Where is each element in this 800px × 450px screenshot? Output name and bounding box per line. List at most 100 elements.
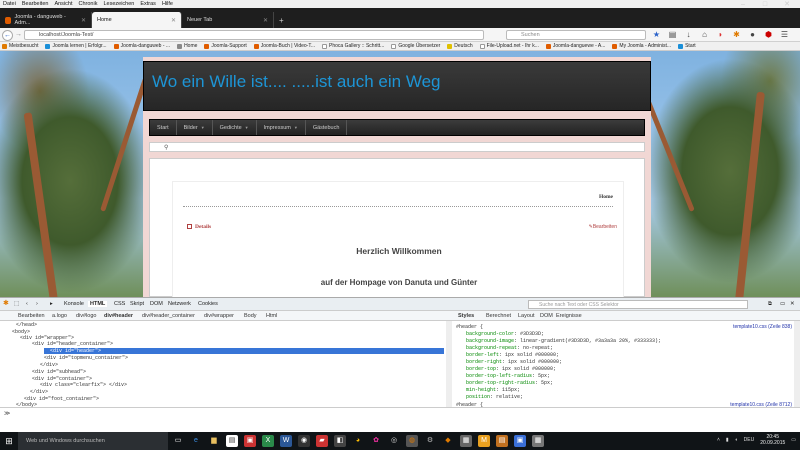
css-property-value[interactable]: #3D3D3D; [520,331,544,337]
volume-icon[interactable]: ◖ [735,437,738,443]
adblock-icon[interactable]: ⬢ [764,30,773,39]
css-property[interactable]: background-repeat: no-repeat; [466,345,553,351]
mail-icon[interactable]: M [478,435,490,447]
html-line[interactable]: <div id="topmenu_container"> [44,355,128,361]
firefox-icon[interactable]: ◍ [406,435,418,447]
bookmark-item[interactable]: Deutsch [447,43,473,49]
css-property[interactable]: min-height: 115px; [466,387,520,393]
menu-history[interactable]: Chronik [79,1,98,7]
minimize-icon[interactable]: – [732,0,754,10]
crumb-item[interactable]: Body [244,313,257,319]
clock[interactable]: 20:45 20.09.2015 [760,434,785,446]
reader-icon[interactable]: ▤ [668,30,677,39]
bookmark-item[interactable]: Home [177,43,197,49]
tab-html[interactable]: HTML [88,301,108,307]
html-line[interactable]: </div> [40,362,58,368]
crumb-item[interactable]: div#logo [76,313,97,319]
app-icon[interactable]: ◧ [334,435,346,447]
menu-item-bilder[interactable]: Bilder ▼ [177,120,213,135]
css-property-value[interactable]: linear-gradient(#3D3D3D, #3a3a3a 20%, #3… [520,338,661,344]
network-icon[interactable]: ▮ [726,437,729,443]
addon-icon[interactable]: ● [748,30,757,39]
bookmark-item[interactable]: Joomla-Support [204,43,247,49]
task-view-icon[interactable]: ▭ [172,435,184,447]
home-link[interactable]: Home [599,194,613,200]
crumb-item[interactable]: div#wrapper [204,313,234,319]
menu-item-gedichte[interactable]: Gedichte ▼ [213,120,257,135]
html-line[interactable]: </head> [16,322,37,328]
tab-layout[interactable]: Layout [518,313,535,319]
css-property-value[interactable]: 5px; [541,380,553,386]
css-property-name[interactable]: background-color [466,331,514,337]
css-property-value[interactable]: 1px solid #000000; [505,352,559,358]
bookmark-item[interactable]: Phoca Gallery :: Schritt... [322,43,384,49]
scrollbar[interactable] [794,321,800,407]
download-icon[interactable]: ↓ [684,30,693,39]
app-icon[interactable]: ◆ [442,435,454,447]
bookmark-item[interactable]: Joomla lernen | Erfolgr... [45,43,107,49]
word-icon[interactable]: W [280,435,292,447]
menu-edit[interactable]: Bearbeiten [22,1,49,7]
css-property-name[interactable]: position [466,394,490,400]
tab-dom[interactable]: DOM [540,313,553,319]
css-property[interactable]: border-top-right-radius: 5px; [466,380,553,386]
css-property-name[interactable]: min-height [466,387,496,393]
css-property-name[interactable]: border-top-right-radius [466,380,535,386]
close-icon[interactable]: ✕ [81,17,86,24]
css-property[interactable]: border-top-left-radius: 5px; [466,373,550,379]
app-icon[interactable]: ▦ [532,435,544,447]
edit-button[interactable]: Bearbeiten [18,313,45,319]
bookmark-item[interactable]: My Joomla - Administ... [612,43,671,49]
language-indicator[interactable]: DEU [744,437,755,443]
devtools-search-input[interactable]: Suche nach Text oder CSS Selektor [528,300,748,309]
tab-new[interactable]: Neuer Tab ✕ [182,12,274,28]
css-property-value[interactable]: 1px solid #000000; [508,359,562,365]
tab-console[interactable]: Konsole [64,301,84,307]
css-property[interactable]: border-right: 1px solid #000000; [466,359,562,365]
details-toggle[interactable]: Details [187,224,211,230]
tab-computed[interactable]: Berechnet [486,313,511,319]
edge-icon[interactable]: e [190,435,202,447]
html-line[interactable]: <div class="clearfix"> </div> [40,382,127,388]
tab-network[interactable]: Netzwerk [168,301,191,307]
css-property-name[interactable]: border-left [466,352,499,358]
tab-joomla-admin[interactable]: Joomla - danguweb - Adm... ✕ [0,12,92,28]
menu-item-start[interactable]: Start [150,120,177,135]
menu-view[interactable]: Ansicht [54,1,72,7]
back-icon[interactable]: ← [2,29,13,41]
search-input[interactable]: Suchen [506,30,646,40]
tab-css[interactable]: CSS [114,301,125,307]
app-icon[interactable]: ▤ [496,435,508,447]
tab-script[interactable]: Skript [130,301,144,307]
menu-item-impressum[interactable]: Impressum ▼ [257,120,306,135]
crumb-item[interactable]: div#header_container [142,313,195,319]
css-selector[interactable]: #header { [456,324,483,330]
firebug-icon[interactable]: ✱ [3,299,9,307]
close-icon[interactable]: ✕ [263,17,268,24]
app-icon[interactable]: ◉ [298,435,310,447]
menu-item-gaestebuch[interactable]: Gästebuch [306,120,348,135]
pocket-icon[interactable]: ◗ [716,30,725,39]
notification-icon[interactable]: ▭ [791,437,796,443]
close-icon[interactable]: ✕ [790,301,795,307]
app-icon[interactable]: ✿ [370,435,382,447]
app-icon[interactable]: ▰ [316,435,328,447]
css-property[interactable]: position: relative; [466,394,523,400]
css-property-value[interactable]: relative; [496,394,523,400]
firebug-icon[interactable]: ✱ [732,30,741,39]
bookmark-item[interactable]: Joomla-danguweb - ... [113,43,170,49]
css-property[interactable]: border-top: 1px solid #000000; [466,366,556,372]
crumb-item[interactable]: a.logo [52,313,67,319]
html-line[interactable]: </div> [30,389,48,395]
css-source-link[interactable]: template10.css (Zeile 838) [733,324,792,330]
console-command-line[interactable]: ≫ [0,407,800,432]
app-icon[interactable]: ⚙ [424,435,436,447]
menu-file[interactable]: Datei [3,1,16,7]
inspect-icon[interactable]: ⬚ [14,301,19,307]
tab-styles[interactable]: Styles [458,313,474,319]
detach-icon[interactable]: ⧉ [768,301,772,308]
app-icon[interactable]: ▦ [460,435,472,447]
tab-home[interactable]: Home ✕ [92,12,182,28]
back-icon[interactable]: ‹ [26,301,28,307]
bookmark-item[interactable]: Meistbesucht [2,43,38,49]
